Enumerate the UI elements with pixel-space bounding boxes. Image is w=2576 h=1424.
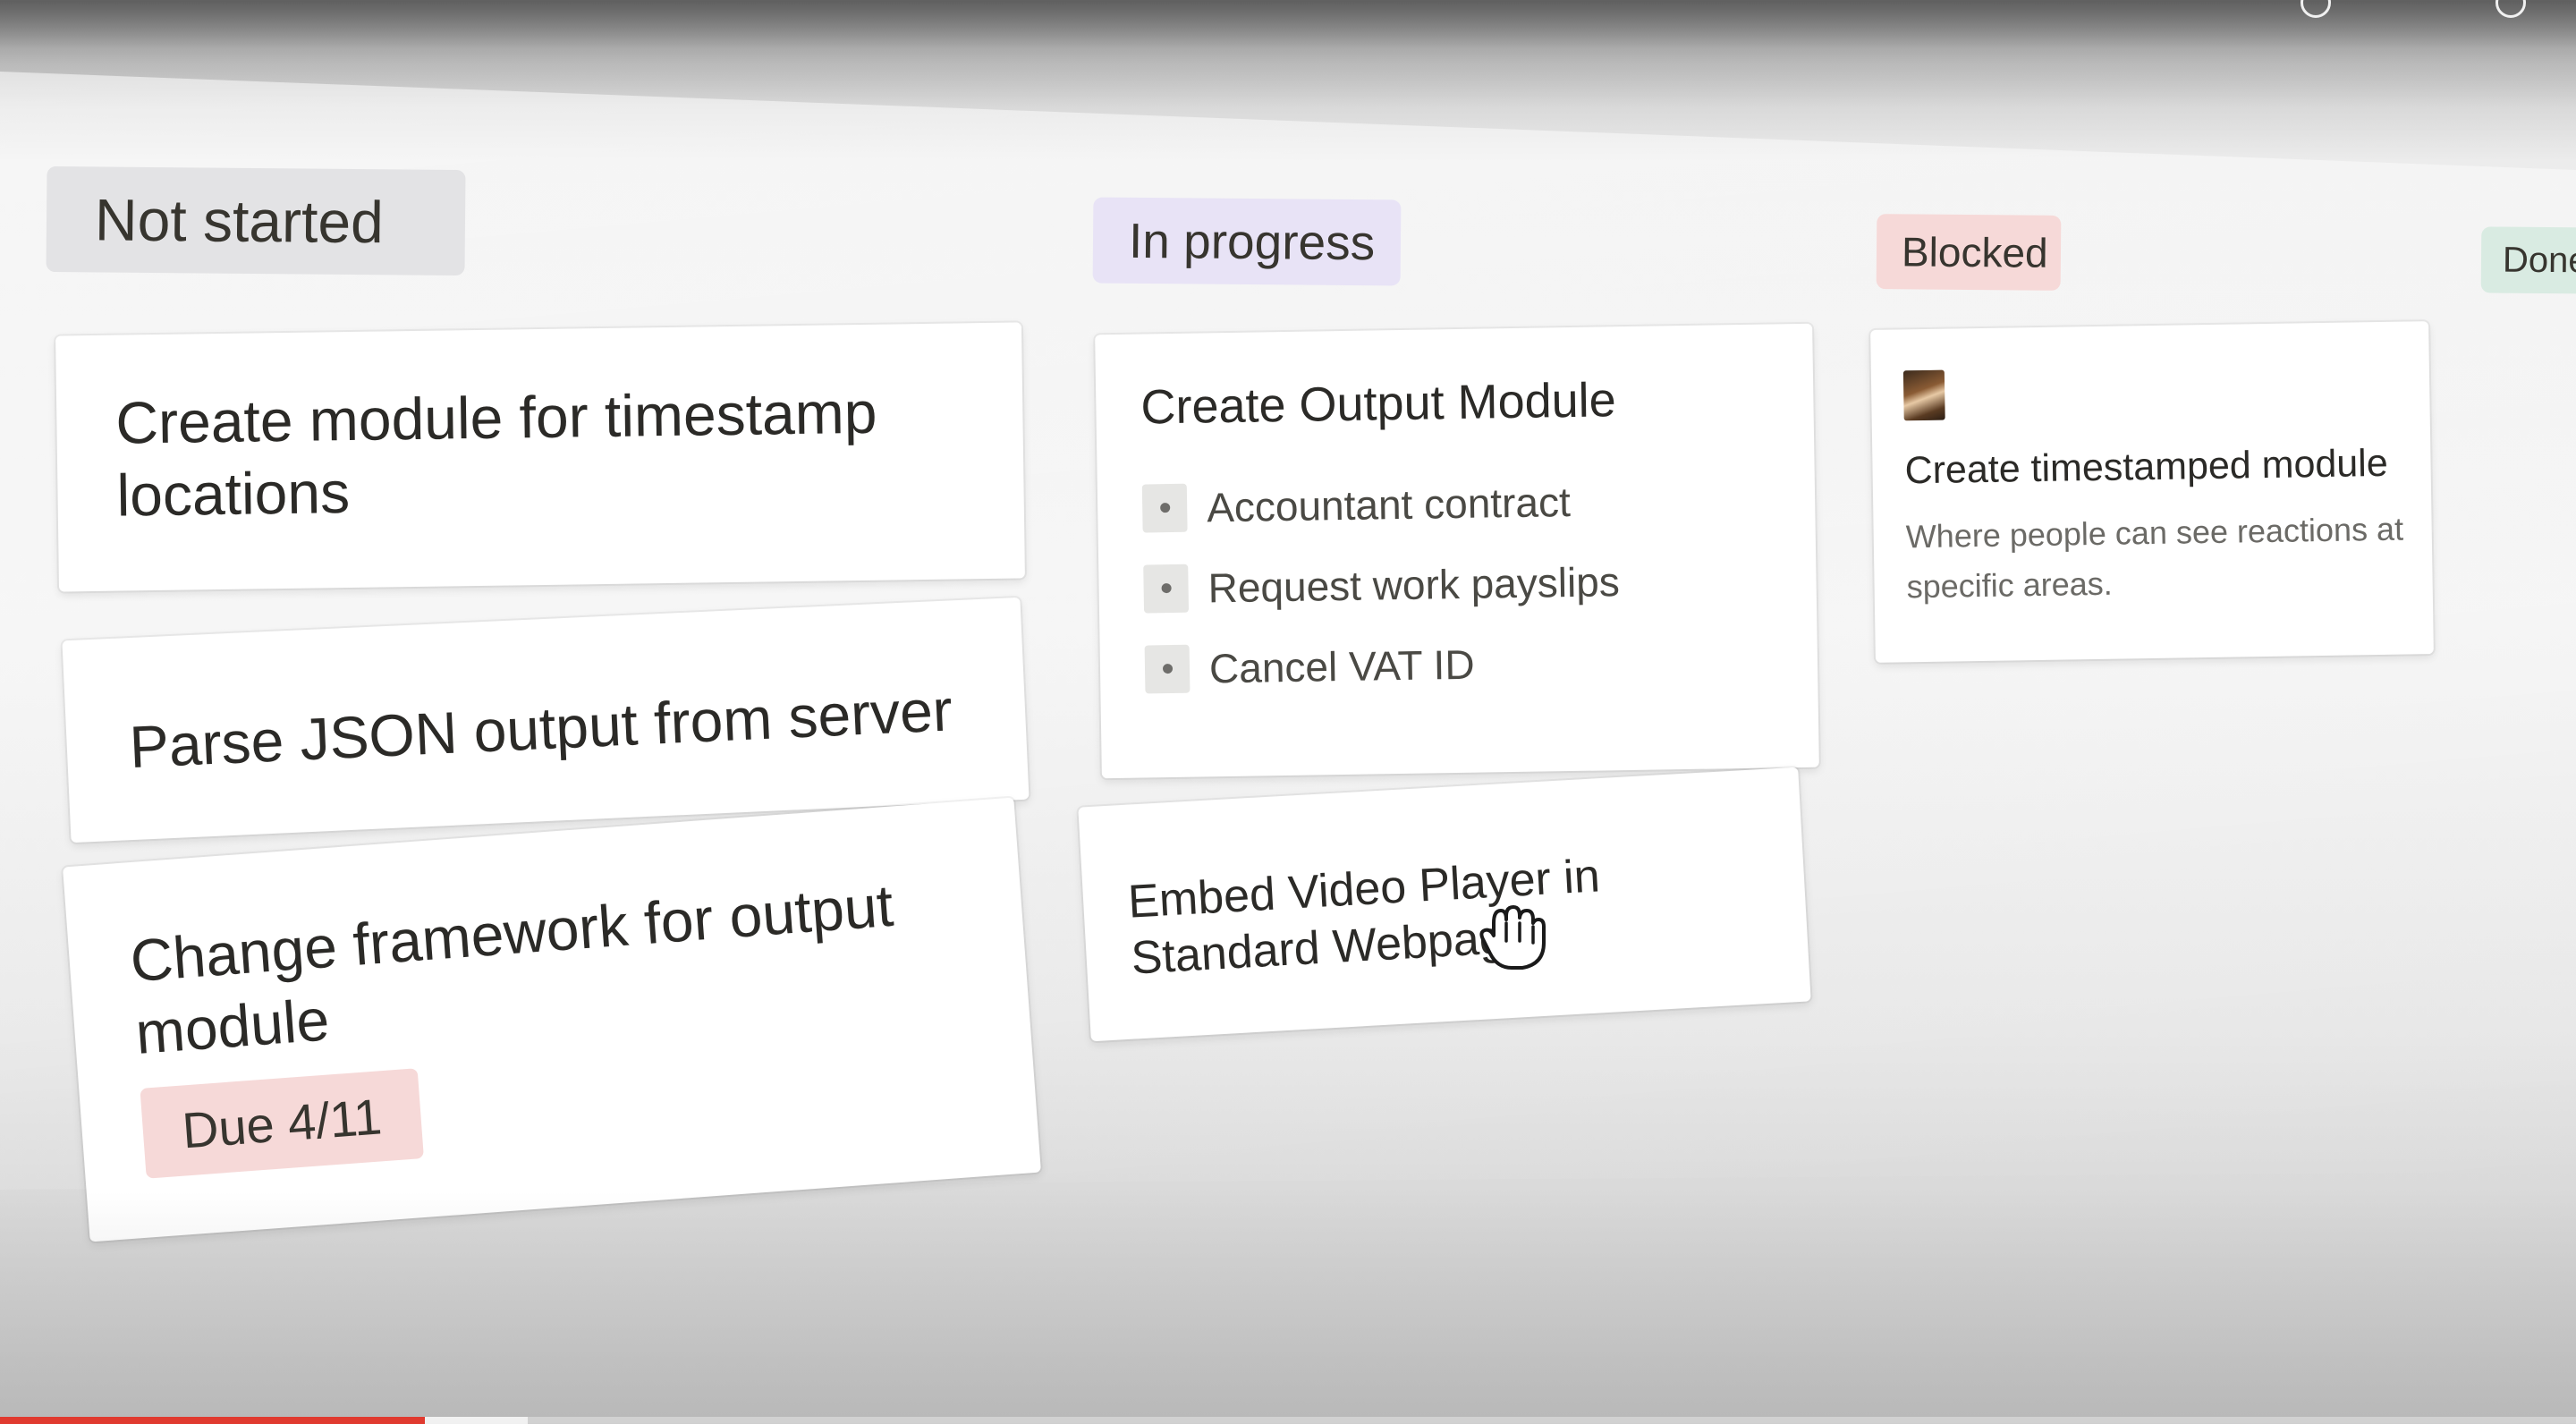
board-card[interactable]: Embed Video Player in Standard Webpage <box>1078 767 1811 1042</box>
video-progress-buffered <box>425 1417 529 1424</box>
card-title: Create Output Module <box>1140 373 1617 435</box>
checklist-item-label: Request work payslips <box>1208 558 1621 612</box>
checklist-item-label: Cancel VAT ID <box>1208 640 1475 692</box>
column-header-done[interactable]: Done <box>2480 226 2576 294</box>
column-label: Blocked <box>1901 228 2048 276</box>
card-title: Create module for timestamp locations <box>114 378 877 529</box>
column-label: In progress <box>1128 212 1376 271</box>
bottom-overlay-gradient <box>0 1191 2576 1424</box>
column-header-blocked[interactable]: Blocked <box>1876 214 2062 291</box>
bullet-icon <box>1144 644 1191 694</box>
board-card[interactable]: Create Output Module Accountant contract… <box>1095 323 1819 779</box>
card-title: Embed Video Player in Standard Webpage <box>1126 850 1602 986</box>
card-title: Create timestamped module <box>1904 441 2389 493</box>
card-title: Parse JSON output from server <box>128 676 954 781</box>
column-label: Not started <box>94 186 385 256</box>
bullet-icon <box>1143 564 1190 614</box>
column-header-in-progress[interactable]: In progress <box>1092 197 1402 286</box>
due-date-badge: Due 4/11 <box>140 1068 425 1179</box>
checklist-item: Cancel VAT ID <box>1144 619 1818 710</box>
video-progress-bar[interactable] <box>0 1417 2576 1424</box>
card-description: Where people can see reactions at specif… <box>1905 511 2404 606</box>
column-label: Done <box>2502 240 2576 280</box>
board-card[interactable]: Change framework for output module Due 4… <box>63 797 1041 1242</box>
column-header-not-started[interactable]: Not started <box>46 165 466 276</box>
bullet-icon <box>1141 483 1188 533</box>
board-card[interactable]: Create module for timestamp locations <box>55 322 1025 592</box>
checklist-item: Accountant contract <box>1141 458 1816 549</box>
checklist-item: Request work payslips <box>1143 538 1817 630</box>
video-progress-played <box>0 1417 426 1424</box>
card-title: Change framework for output module <box>128 871 896 1066</box>
grab-hand-icon <box>1479 905 1546 970</box>
board-card[interactable]: Create timestamped module Where people c… <box>1870 321 2434 663</box>
user-avatar-icon <box>1902 369 1945 421</box>
checklist-item-label: Accountant contract <box>1206 478 1572 531</box>
